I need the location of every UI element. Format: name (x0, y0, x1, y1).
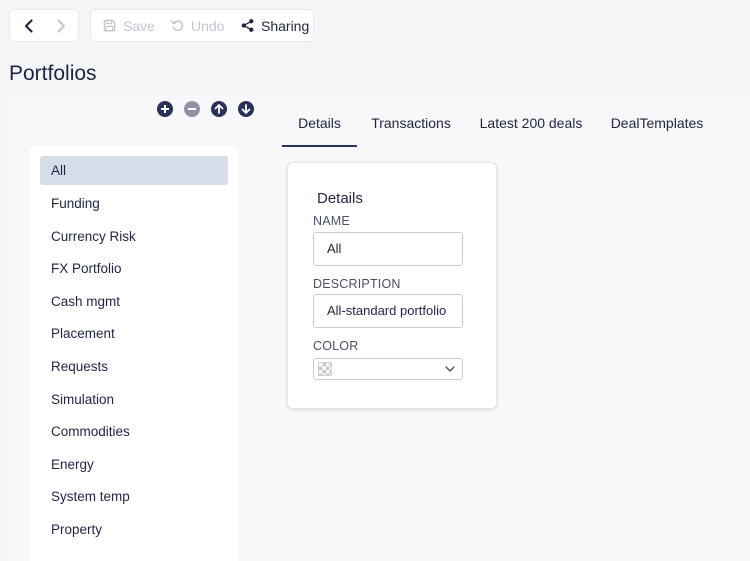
arrow-down-circle-icon (238, 101, 254, 117)
move-up-button[interactable] (211, 101, 227, 117)
tab-deal-templates[interactable]: DealTemplates (607, 107, 707, 147)
details-card: Details NAME All DESCRIPTION All-standar… (287, 162, 497, 409)
list-item-commodities[interactable]: Commodities (40, 417, 228, 446)
remove-portfolio-button[interactable] (184, 101, 200, 117)
minus-circle-icon (184, 101, 200, 117)
description-input[interactable]: All-standard portfolio (313, 294, 463, 328)
description-label: DESCRIPTION (313, 277, 401, 291)
undo-icon (170, 18, 185, 33)
tab-transactions[interactable]: Transactions (367, 107, 455, 147)
arrow-up-circle-icon (211, 101, 227, 117)
list-item-property[interactable]: Property (40, 515, 228, 544)
portfolio-list: All Funding Currency Risk FX Portfolio C… (29, 146, 239, 561)
move-down-button[interactable] (238, 101, 254, 117)
undo-label: Undo (191, 17, 225, 34)
undo-button[interactable]: Undo (170, 10, 224, 41)
list-item-all[interactable]: All (40, 156, 228, 185)
add-portfolio-button[interactable] (157, 101, 173, 117)
back-button[interactable] (20, 17, 38, 35)
save-icon (102, 18, 117, 33)
forward-button[interactable] (52, 17, 70, 35)
list-item-system-temp[interactable]: System temp (40, 482, 228, 511)
list-item-simulation[interactable]: Simulation (40, 385, 228, 414)
color-swatch (318, 362, 332, 376)
navigation-group (9, 9, 79, 42)
list-item-placement[interactable]: Placement (40, 319, 228, 348)
list-item-fx-portfolio[interactable]: FX Portfolio (40, 254, 228, 283)
list-item-currency-risk[interactable]: Currency Risk (40, 222, 228, 251)
chevron-right-icon (57, 19, 65, 33)
tab-details[interactable]: Details (282, 107, 357, 147)
name-input[interactable]: All (313, 232, 463, 266)
list-item-cash-mgmt[interactable]: Cash mgmt (40, 287, 228, 316)
sharing-label: Sharing (261, 17, 310, 34)
tab-latest-200-deals[interactable]: Latest 200 deals (475, 107, 587, 147)
plus-circle-icon (157, 101, 173, 117)
sharing-button[interactable]: Sharing (240, 10, 309, 41)
list-item-requests[interactable]: Requests (40, 352, 228, 381)
chevron-down-icon (444, 363, 456, 375)
details-heading: Details (317, 190, 363, 207)
save-label: Save (123, 17, 155, 34)
list-item-funding[interactable]: Funding (40, 189, 228, 218)
color-picker[interactable] (313, 358, 463, 380)
color-label: COLOR (313, 339, 359, 353)
name-label: NAME (313, 214, 350, 228)
toolbar: Save Undo Sharing (90, 9, 314, 42)
chevron-left-icon (24, 19, 33, 33)
page-title: Portfolios (9, 62, 97, 85)
save-button[interactable]: Save (102, 10, 155, 41)
list-item-energy[interactable]: Energy (40, 450, 228, 479)
share-icon (240, 18, 255, 33)
